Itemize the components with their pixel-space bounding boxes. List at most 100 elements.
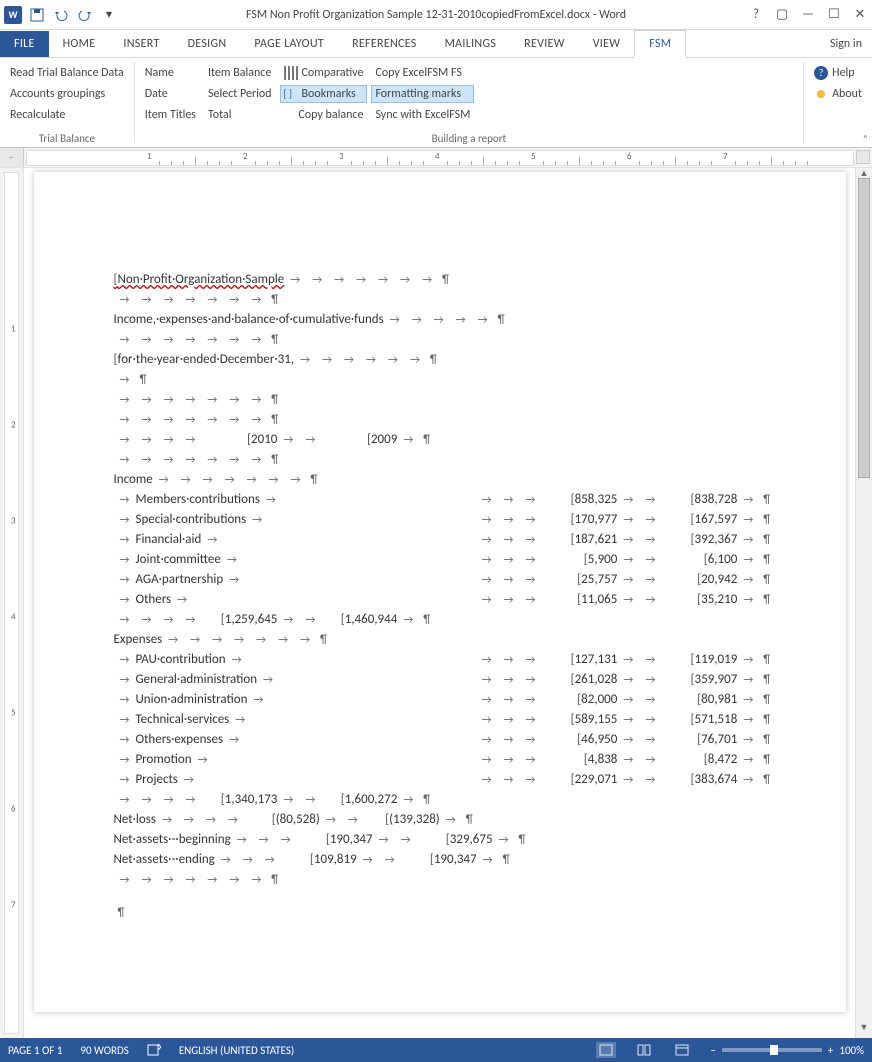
text-line: Non·Profit·Organization·Sample: [114, 272, 786, 291]
scroll-thumb[interactable]: [858, 178, 870, 478]
tab-fsm[interactable]: FSM: [634, 30, 686, 58]
text-line: PAU·contribution127,131119,019: [114, 652, 786, 671]
window-controls: ? ▢ — ☐ ✕: [748, 7, 868, 22]
comparative-button[interactable]: Comparative: [280, 64, 368, 82]
text-line: 1,259,6451,460,944: [114, 612, 786, 631]
text-line: [114, 372, 786, 391]
sign-in-link[interactable]: Sign in: [830, 31, 862, 57]
group-trial-balance: Read Trial Balance Data Accounts groupin…: [0, 58, 134, 147]
maximize-icon[interactable]: ☐: [826, 7, 842, 22]
undo-icon[interactable]: [52, 6, 70, 24]
title-bar: W ▾ FSM Non Profit Organization Sample 1…: [0, 0, 872, 30]
item-titles-button[interactable]: Item Titles: [141, 106, 200, 124]
language-indicator[interactable]: ENGLISH (UNITED STATES): [179, 1044, 294, 1057]
accounts-groupings-button[interactable]: Accounts groupings: [6, 85, 128, 103]
zoom-slider[interactable]: [722, 1048, 822, 1052]
bookmarks-button[interactable]: Bookmarks: [280, 85, 368, 103]
about-label: About: [832, 87, 862, 101]
total-button[interactable]: Total: [204, 106, 276, 124]
copy-balance-button[interactable]: Copy balance: [280, 106, 368, 124]
text-line: [114, 872, 786, 891]
text-line: General·administration261,028359,907: [114, 672, 786, 691]
text-line: 1,340,1731,600,272: [114, 792, 786, 811]
web-layout-view-icon[interactable]: [672, 1042, 692, 1058]
text-line: Net·loss(80,528)(139,328): [114, 812, 786, 831]
text-line: [114, 332, 786, 351]
zoom-control[interactable]: − + 100%: [710, 1044, 864, 1057]
quick-access-toolbar: W ▾: [0, 6, 118, 24]
text-line: Expenses: [114, 632, 786, 651]
text-line: Technical·services589,155571,518: [114, 712, 786, 731]
tab-insert[interactable]: INSERT: [109, 31, 173, 57]
scroll-down-icon[interactable]: ▼: [856, 1022, 872, 1038]
group-building-report: Name Date Item Titles Item Balance Selec…: [135, 58, 803, 147]
ribbon-options-icon[interactable]: ▢: [774, 7, 790, 22]
text-line: Income: [114, 472, 786, 491]
help-icon: [814, 66, 828, 80]
select-period-button[interactable]: Select Period: [204, 85, 276, 103]
tab-selector[interactable]: ⌐: [0, 148, 24, 167]
tab-design[interactable]: DESIGN: [174, 31, 241, 57]
vertical-ruler[interactable]: 1234567: [0, 168, 24, 1038]
text-line: Income,·expenses·and·balance·of·cumulati…: [114, 312, 786, 331]
help-label: Help: [832, 66, 855, 80]
group-label-trial: Trial Balance: [6, 130, 128, 145]
text-line: Joint·committee5,9006,100: [114, 552, 786, 571]
document-title: FSM Non Profit Organization Sample 12-31…: [246, 8, 626, 22]
redo-icon[interactable]: [76, 6, 94, 24]
horizontal-ruler[interactable]: ⌐ 1234567: [0, 148, 872, 168]
tab-page-layout[interactable]: PAGE LAYOUT: [240, 31, 338, 57]
item-balance-button[interactable]: Item Balance: [204, 64, 276, 82]
tab-mailings[interactable]: MAILINGS: [431, 31, 511, 57]
text-line: Promotion4,8388,472: [114, 752, 786, 771]
tab-references[interactable]: REFERENCES: [338, 31, 431, 57]
about-button[interactable]: About: [810, 85, 866, 103]
tab-review[interactable]: REVIEW: [510, 31, 579, 57]
bookmarks-label: Bookmarks: [302, 87, 356, 101]
about-icon: [814, 87, 828, 101]
tab-file[interactable]: FILE: [0, 31, 49, 57]
name-button[interactable]: Name: [141, 64, 200, 82]
qat-customize-icon[interactable]: ▾: [100, 6, 118, 24]
word-count[interactable]: 90 WORDS: [80, 1044, 128, 1057]
copy-excelfsm-button[interactable]: Copy ExcelFSM FS: [371, 64, 474, 82]
page-scroll[interactable]: Non·Profit·Organization·Sample Income,·ex…: [24, 168, 855, 1038]
ribbon: Read Trial Balance Data Accounts groupin…: [0, 58, 872, 148]
print-layout-view-icon[interactable]: [596, 1042, 616, 1058]
text-line: 20102009: [114, 432, 786, 451]
zoom-out-icon[interactable]: −: [710, 1044, 715, 1057]
page-indicator[interactable]: PAGE 1 OF 1: [8, 1044, 62, 1057]
ruler-toggle[interactable]: [856, 150, 870, 164]
text-line: Net·assets·-·beginning190,347329,675: [114, 832, 786, 851]
comparative-label: Comparative: [302, 66, 364, 80]
tab-home[interactable]: HOME: [49, 31, 110, 57]
text-line: Union·administration82,00080,981: [114, 692, 786, 711]
vertical-scrollbar[interactable]: ▲ ▼: [855, 168, 872, 1038]
sync-excelfsm-button[interactable]: Sync with ExcelFSM: [371, 106, 474, 124]
collapse-ribbon-icon[interactable]: ˄: [863, 132, 868, 145]
text-line: [114, 292, 786, 311]
text-line: [114, 412, 786, 431]
tab-view[interactable]: VIEW: [579, 31, 635, 57]
help-button[interactable]: Help: [810, 64, 866, 82]
save-icon[interactable]: [28, 6, 46, 24]
bookmarks-icon: [284, 87, 298, 101]
close-icon[interactable]: ✕: [852, 7, 868, 22]
formatting-marks-button[interactable]: Formatting marks: [371, 85, 474, 103]
text-line: for·the·year·ended·December·31,: [114, 352, 786, 371]
text-line: Others11,06535,210: [114, 592, 786, 611]
read-mode-view-icon[interactable]: [634, 1042, 654, 1058]
text-line: Projects229,071383,674: [114, 772, 786, 791]
zoom-level[interactable]: 100%: [839, 1044, 864, 1057]
zoom-in-icon[interactable]: +: [828, 1044, 833, 1057]
recalculate-button[interactable]: Recalculate: [6, 106, 128, 124]
text-line: Net·assets·-·ending109,819190,347: [114, 852, 786, 871]
date-button[interactable]: Date: [141, 85, 200, 103]
help-icon[interactable]: ?: [748, 7, 764, 22]
document-page[interactable]: Non·Profit·Organization·Sample Income,·ex…: [34, 172, 846, 1012]
minimize-icon[interactable]: —: [800, 7, 816, 22]
text-line: Financial·aid187,621392,367: [114, 532, 786, 551]
read-trial-balance-button[interactable]: Read Trial Balance Data: [6, 64, 128, 82]
text-line: AGA·partnership25,75720,942: [114, 572, 786, 591]
proofing-icon[interactable]: [147, 1043, 161, 1057]
